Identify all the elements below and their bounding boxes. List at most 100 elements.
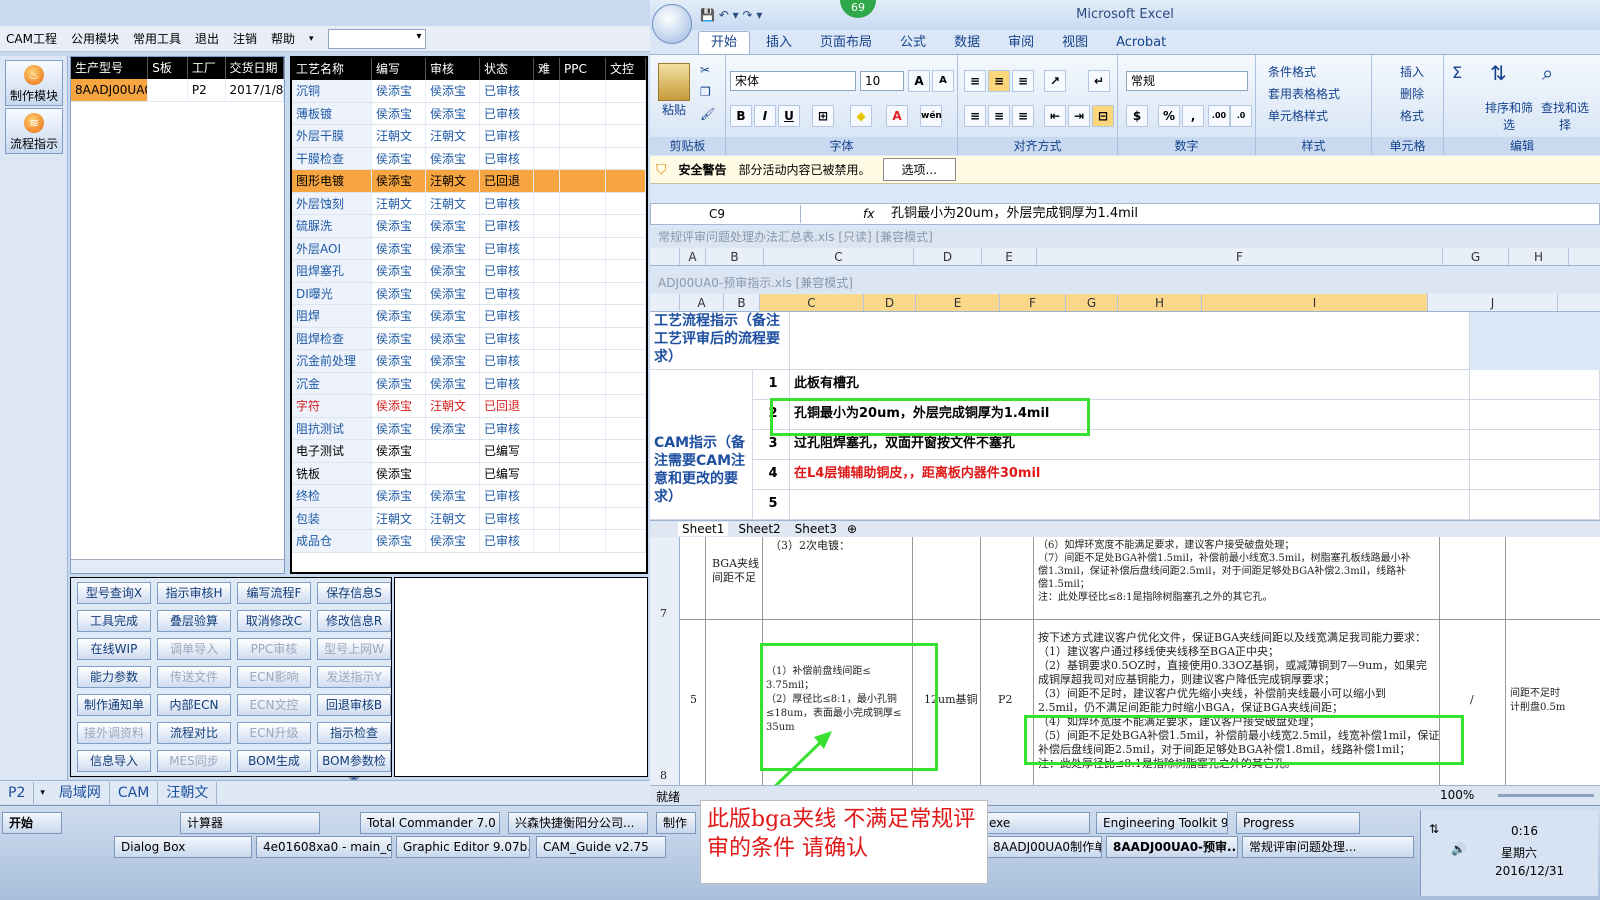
- shrink-font-icon[interactable]: A: [932, 70, 954, 92]
- chevron-down-icon[interactable]: ▾: [309, 34, 314, 44]
- copy-icon[interactable]: ❐: [700, 85, 711, 99]
- action-button[interactable]: 能力参数: [77, 666, 151, 688]
- col-status[interactable]: 状态: [480, 58, 534, 80]
- job-grid-scrollbar[interactable]: [71, 559, 284, 573]
- taskbar-window-button[interactable]: Graphic Editor 9.07b...: [396, 836, 530, 858]
- zoom-slider[interactable]: [1498, 794, 1594, 797]
- action-button[interactable]: ECN升级: [237, 722, 311, 744]
- process-row[interactable]: 图形电镀 侯添宝 汪朝文 已回退: [292, 170, 646, 193]
- process-row[interactable]: 阻焊检查 侯添宝 侯添宝 已审核: [292, 327, 646, 350]
- comma-icon[interactable]: ,: [1182, 105, 1204, 127]
- taskbar-window-button[interactable]: 兴森快捷衡阳分公司...: [508, 812, 648, 834]
- process-row[interactable]: 沉铜 侯添宝 侯添宝 已审核: [292, 80, 646, 103]
- italic-icon[interactable]: I: [754, 105, 776, 127]
- action-button[interactable]: 指示审核H: [157, 582, 231, 604]
- orientation-icon[interactable]: ↗: [1044, 70, 1066, 92]
- action-button[interactable]: 型号查询X: [77, 582, 151, 604]
- column-header[interactable]: C: [760, 294, 864, 311]
- column-header[interactable]: F: [1000, 294, 1066, 311]
- col-author[interactable]: 编写: [372, 58, 426, 80]
- sheet-tab-3[interactable]: Sheet3: [791, 522, 841, 536]
- col-due-date[interactable]: 交货日期: [226, 57, 284, 79]
- percent-icon[interactable]: %: [1158, 105, 1180, 127]
- font-name-input[interactable]: 宋体: [730, 71, 856, 91]
- action-button[interactable]: BOM生成: [237, 750, 311, 772]
- job-row[interactable]: 8AADJ00UA0 P2 2017/1/8: [71, 79, 284, 102]
- align-center-icon[interactable]: ≡: [988, 105, 1010, 127]
- tab-page-layout[interactable]: 页面布局: [808, 32, 884, 54]
- phonetic-icon[interactable]: wén: [920, 105, 942, 127]
- process-row[interactable]: 阻焊 侯添宝 侯添宝 已审核: [292, 305, 646, 328]
- menu-common-tools[interactable]: 常用工具: [133, 30, 181, 47]
- section-cam-instruction[interactable]: CAM指示（备注需要CAM注意和更改的要求）: [650, 370, 753, 520]
- action-button[interactable]: 流程对比: [157, 722, 231, 744]
- formula-input[interactable]: 孔铜最小为20um，外层完成铜厚为1.4mil: [891, 205, 1138, 223]
- taskbar-window-button[interactable]: 8AADJ00UA0制作单...: [986, 836, 1102, 858]
- column-header[interactable]: H: [1118, 294, 1202, 311]
- bold-icon[interactable]: B: [730, 105, 752, 127]
- process-row[interactable]: 电子测试 侯添宝 已编写: [292, 440, 646, 463]
- process-row[interactable]: 沉金 侯添宝 侯添宝 已审核: [292, 372, 646, 395]
- menu-help[interactable]: 帮助: [271, 30, 295, 47]
- menu-combo[interactable]: [327, 28, 426, 49]
- conditional-format-button[interactable]: 条件格式: [1268, 63, 1316, 80]
- item-number[interactable]: 5: [753, 490, 790, 520]
- item-col-j[interactable]: [1470, 370, 1600, 400]
- font-color-icon[interactable]: A: [886, 105, 908, 127]
- action-button[interactable]: 信息导入: [77, 750, 151, 772]
- cell-plant[interactable]: P2: [998, 693, 1012, 707]
- menu-cam-project[interactable]: CAM工程: [6, 30, 57, 47]
- column-header[interactable]: A: [680, 294, 724, 311]
- align-middle-icon[interactable]: ≡: [988, 70, 1010, 92]
- merge-cells-icon[interactable]: ⊟: [1092, 105, 1114, 127]
- new-sheet-icon[interactable]: ⊕: [847, 522, 857, 536]
- column-header[interactable]: D: [914, 248, 982, 265]
- process-row[interactable]: 薄板镀 侯添宝 侯添宝 已审核: [292, 102, 646, 125]
- taskbar-window-button[interactable]: 常规评审问题处理...: [1242, 836, 1414, 858]
- action-button[interactable]: 工具完成: [77, 610, 151, 632]
- action-button[interactable]: 传送文件: [157, 666, 231, 688]
- volume-icon[interactable]: 🔊: [1451, 842, 1466, 856]
- action-button[interactable]: 发送指示Y: [317, 666, 391, 688]
- align-top-icon[interactable]: ≡: [964, 70, 986, 92]
- taskbar-window-button[interactable]: Total Commander 7.0 ...: [360, 812, 500, 834]
- action-button[interactable]: 叠层验算: [157, 610, 231, 632]
- column-header[interactable]: C: [764, 248, 914, 265]
- find-select-icon[interactable]: ⌕: [1542, 61, 1553, 85]
- tab-data[interactable]: 数据: [942, 32, 992, 54]
- cell-plating[interactable]: （3）2次电镀：: [770, 539, 850, 553]
- menu-logout[interactable]: 注销: [233, 30, 257, 47]
- action-button[interactable]: ECN文控: [237, 694, 311, 716]
- item-number[interactable]: 4: [753, 460, 790, 490]
- zoom-level[interactable]: 100%: [1440, 788, 1474, 802]
- col-reviewer[interactable]: 审核: [426, 58, 480, 80]
- sheet-tab-2[interactable]: Sheet2: [734, 522, 784, 536]
- column-header[interactable]: J: [1428, 294, 1558, 311]
- sort-filter-icon[interactable]: ⇅: [1490, 61, 1507, 85]
- col-ppc[interactable]: PPC: [560, 58, 606, 80]
- process-row[interactable]: DI曝光 侯添宝 侯添宝 已审核: [292, 282, 646, 305]
- column-header[interactable]: E: [916, 294, 1000, 311]
- status-plant[interactable]: P2: [0, 781, 35, 804]
- paste-label[interactable]: 粘贴: [662, 101, 686, 118]
- quick-access-toolbar[interactable]: 💾 ↶ ▾ ↷ ▾: [700, 8, 762, 22]
- taskbar-window-button[interactable]: 8AADJ00UA0-预审...: [1106, 836, 1238, 858]
- action-button[interactable]: 取消修改C: [237, 610, 311, 632]
- column-header[interactable]: A: [680, 248, 706, 265]
- cell-styles-button[interactable]: 单元格样式: [1268, 107, 1328, 124]
- corner-cell[interactable]: [650, 248, 680, 265]
- item-number[interactable]: 1: [753, 370, 790, 400]
- taskbar-window-button[interactable]: 4e01608xa0 - main_qa: [256, 836, 392, 858]
- tab-home[interactable]: 开始: [698, 31, 751, 54]
- format-cells-button[interactable]: 格式: [1400, 107, 1424, 124]
- action-button[interactable]: 内部ECN: [157, 694, 231, 716]
- column-header[interactable]: G: [1443, 248, 1509, 265]
- item-text[interactable]: 在L4层铺辅助铜皮，，距离板内器件30mil: [790, 460, 1470, 490]
- col-model[interactable]: 生产型号: [71, 57, 149, 79]
- process-row[interactable]: 字符 侯添宝 汪朝文 已回退: [292, 395, 646, 418]
- col-s-board[interactable]: S板: [148, 57, 188, 79]
- tab-view[interactable]: 视图: [1050, 32, 1100, 54]
- item-text[interactable]: 此板有槽孔: [790, 370, 1470, 400]
- align-bottom-icon[interactable]: ≡: [1012, 70, 1034, 92]
- column-header[interactable]: I: [1202, 294, 1428, 311]
